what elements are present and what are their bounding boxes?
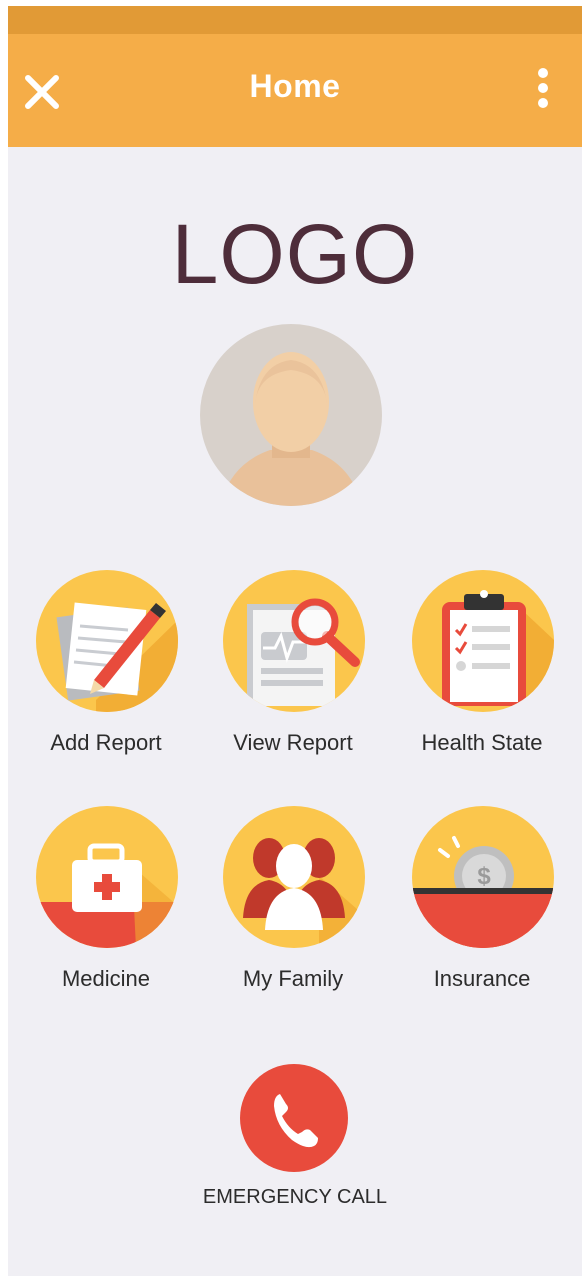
page-title: Home xyxy=(249,68,341,104)
phone-icon xyxy=(240,1064,348,1172)
user-avatar-icon xyxy=(200,324,382,506)
insurance-icon: $ xyxy=(412,806,554,948)
emergency-call-button[interactable] xyxy=(240,1064,348,1172)
medicine-icon xyxy=(36,806,178,948)
emergency-call-label: EMERGENCY CALL xyxy=(202,1186,388,1208)
more-menu-button[interactable] xyxy=(532,68,554,110)
user-avatar[interactable] xyxy=(200,324,382,506)
tile-insurance[interactable]: $ Insurance xyxy=(392,806,572,1006)
tile-my-family[interactable]: My Family xyxy=(203,806,383,1006)
health-state-icon xyxy=(412,570,554,712)
add-report-icon xyxy=(36,570,178,712)
app-logo: LOGO xyxy=(171,207,419,301)
tile-label: My Family xyxy=(242,966,344,991)
tile-medicine[interactable]: Medicine xyxy=(16,806,196,1006)
tile-label: Insurance xyxy=(433,966,531,991)
family-icon xyxy=(223,806,365,948)
tile-view-report[interactable]: View Report xyxy=(203,570,383,770)
app-header: Home xyxy=(8,34,582,147)
tile-label: Add Report xyxy=(50,730,162,755)
status-bar xyxy=(8,6,582,34)
more-vertical-icon xyxy=(532,68,554,108)
svg-text:$: $ xyxy=(477,863,491,890)
tile-label: View Report xyxy=(233,730,353,755)
tile-add-report[interactable]: Add Report xyxy=(16,570,196,770)
tile-health-state[interactable]: Health State xyxy=(392,570,572,770)
app-screen: Home LOGO Add Report View Report Health … xyxy=(8,6,582,1276)
tile-label: Medicine xyxy=(61,966,151,991)
tile-label: Health State xyxy=(421,730,543,755)
view-report-icon xyxy=(223,570,365,712)
